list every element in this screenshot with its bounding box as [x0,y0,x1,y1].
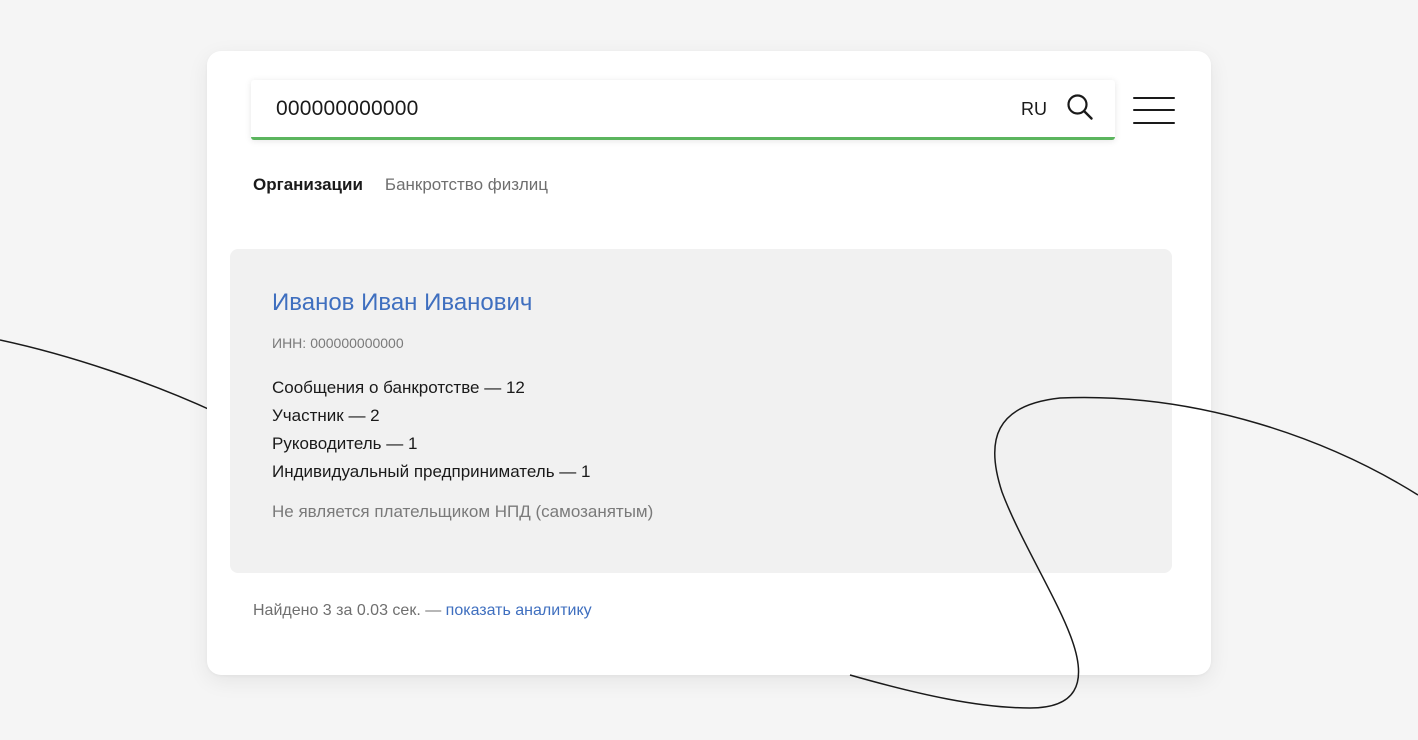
result-name-link[interactable]: Иванов Иван Иванович [272,289,532,317]
tab-organizations[interactable]: Организации [253,175,363,195]
result-stats-list: Сообщения о банкротстве — 12 Участник — … [272,374,590,486]
stat-entrepreneur: Индивидуальный предприниматель — 1 [272,462,591,481]
search-bar: RU [251,80,1115,140]
stat-bankruptcy-messages: Сообщения о банкротстве — 12 [272,378,525,397]
stat-participant: Участник — 2 [272,406,380,425]
search-icon[interactable] [1065,92,1095,122]
npd-status: Не является плательщиком НПД (самозаняты… [272,502,654,521]
result-inn: ИНН: 000000000000 [272,335,404,351]
language-switch[interactable]: RU [1021,99,1047,120]
stat-manager: Руководитель — 1 [272,434,418,453]
show-analytics-link[interactable]: показать аналитику [446,602,592,619]
inn-value: 000000000000 [310,335,404,351]
results-count-text: Найдено 3 за 0.03 сек. — [253,602,446,619]
search-panel: RU Организации Банкротство физлиц Иванов… [207,51,1211,675]
results-summary: Найдено 3 за 0.03 сек. — показать аналит… [253,602,592,620]
hamburger-menu-icon[interactable] [1133,95,1175,127]
inn-label: ИНН: [272,335,307,351]
tab-bankruptcy-individuals[interactable]: Банкротство физлиц [385,175,548,195]
search-tabs: Организации Банкротство физлиц [253,175,548,195]
result-card: Иванов Иван Иванович ИНН: 000000000000 Со… [230,249,1172,573]
search-input[interactable] [276,80,996,137]
